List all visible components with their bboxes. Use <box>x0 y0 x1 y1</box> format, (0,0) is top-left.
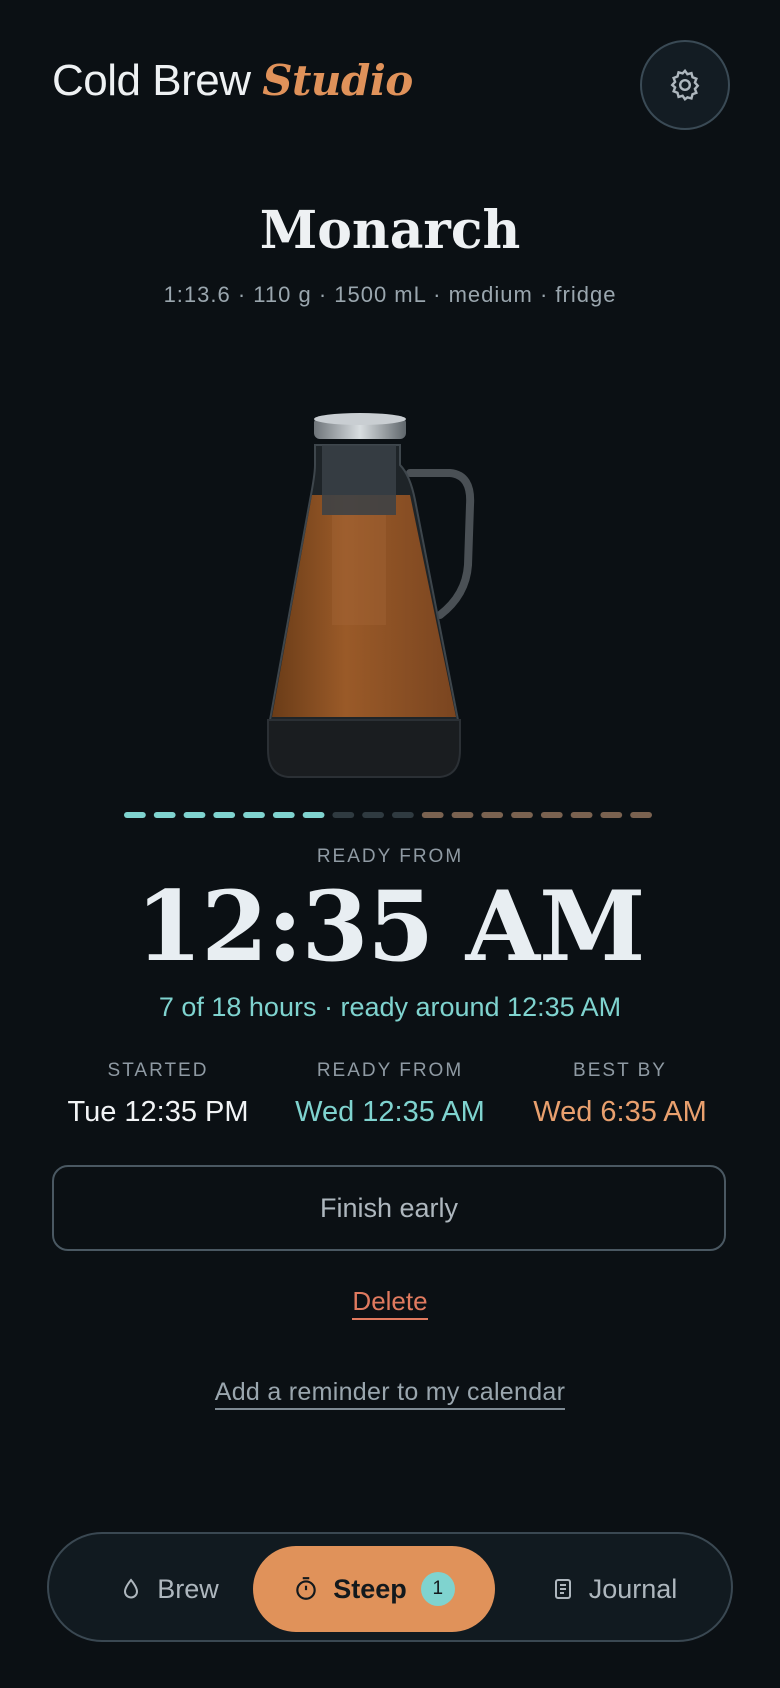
best-by-info: BEST BY Wed 6:35 AM <box>500 1060 740 1129</box>
progress-segment <box>213 812 236 818</box>
droplet-icon <box>124 1578 139 1599</box>
bottom-nav: Brew Steep 1 Journal <box>47 1532 733 1642</box>
progress-segment <box>392 812 414 818</box>
progress-segment <box>540 812 563 818</box>
nav-journal[interactable]: Journal <box>529 1546 699 1632</box>
started-value: Tue 12:35 PM <box>67 1096 249 1128</box>
progress-segment <box>272 812 295 818</box>
app-title-accent: Studio <box>262 56 413 105</box>
finish-early-button[interactable]: Finish early <box>52 1165 726 1251</box>
progress-segment <box>630 812 652 818</box>
progress-segment <box>600 812 623 818</box>
progress-segment <box>362 812 384 818</box>
carafe-illustration <box>267 413 475 778</box>
nav-steep[interactable]: Steep 1 <box>253 1546 495 1632</box>
progress-segment <box>153 812 176 818</box>
progress-segment <box>183 812 206 818</box>
reminder-container: Add a reminder to my calendar <box>0 1378 780 1410</box>
progress-segment <box>124 812 146 818</box>
delete-link[interactable]: Delete <box>352 1286 428 1320</box>
ready-from-value: Wed 12:35 AM <box>295 1096 485 1128</box>
app-title: Cold Brew Studio <box>52 56 413 106</box>
progress-segment <box>332 812 355 818</box>
brew-name: Monarch <box>259 200 521 261</box>
nav-journal-label: Journal <box>588 1573 678 1604</box>
document-icon <box>554 1579 571 1599</box>
best-by-value: Wed 6:35 AM <box>533 1096 707 1128</box>
progress-segment <box>451 812 474 818</box>
progress-segment <box>481 812 504 818</box>
nav-brew[interactable]: Brew <box>89 1546 249 1632</box>
best-by-label: BEST BY <box>573 1060 667 1081</box>
ready-from-label: READY FROM <box>316 1060 464 1081</box>
progress-summary: 7 of 18 hours · ready around 12:35 AM <box>158 992 622 1022</box>
timer-icon <box>296 1577 316 1600</box>
nav-brew-label: Brew <box>157 1573 219 1604</box>
nav-steep-label: Steep <box>333 1573 407 1604</box>
delete-container: Delete <box>0 1286 780 1320</box>
gear-icon <box>670 68 700 101</box>
calendar-reminder-link[interactable]: Add a reminder to my calendar <box>214 1378 566 1410</box>
progress-segment <box>243 812 265 818</box>
steep-progress-bar <box>124 812 652 818</box>
progress-segment <box>511 812 533 818</box>
ready-label: READY FROM <box>316 846 464 867</box>
app-title-main: Cold Brew <box>52 56 251 105</box>
progress-segment <box>570 812 593 818</box>
progress-segment <box>421 812 444 818</box>
ready-time: 12:35 AM <box>135 870 646 983</box>
started-info: STARTED Tue 12:35 PM <box>38 1060 278 1129</box>
ready-info: READY FROM Wed 12:35 AM <box>270 1060 510 1129</box>
started-label: STARTED <box>107 1060 209 1081</box>
progress-segment <box>302 812 325 818</box>
steep-count-badge: 1 <box>420 1572 455 1606</box>
settings-button[interactable] <box>640 40 730 130</box>
brew-details: 1:13.6 · 110 g · 1500 mL · medium · frid… <box>163 282 617 307</box>
